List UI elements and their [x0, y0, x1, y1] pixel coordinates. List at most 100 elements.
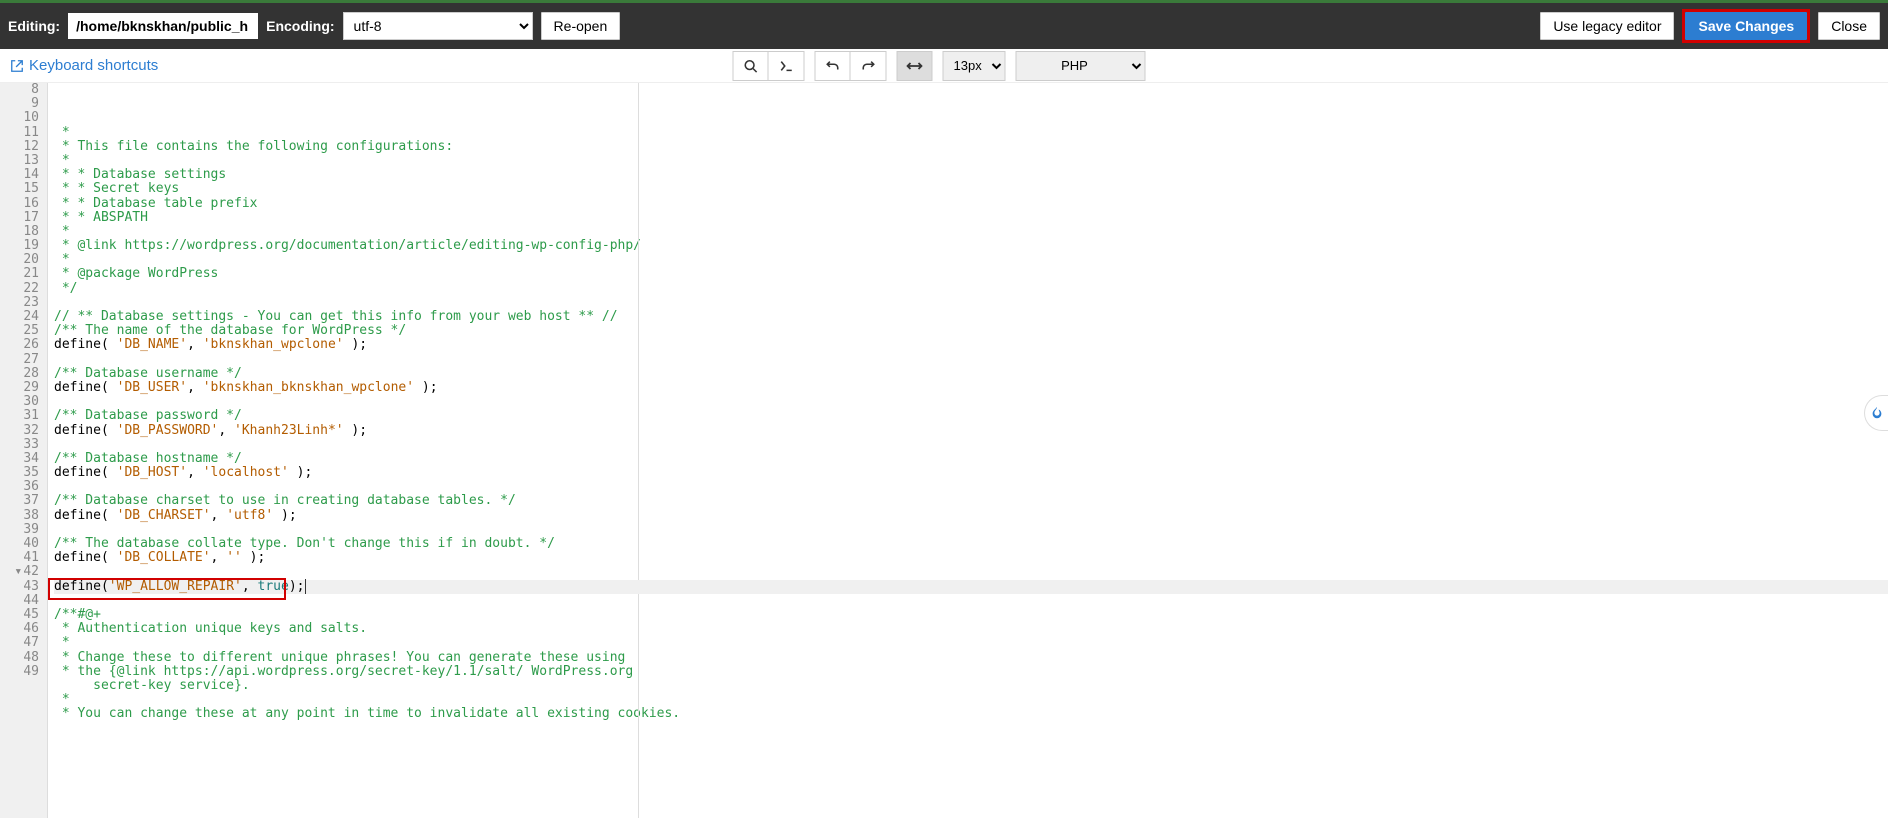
- code-line: * * Database settings: [54, 168, 1888, 182]
- line-number: 35: [0, 466, 39, 480]
- code-line: * * Database table prefix: [54, 197, 1888, 211]
- line-number: 8: [0, 83, 39, 97]
- line-number: 47: [0, 636, 39, 650]
- line-number: 46: [0, 622, 39, 636]
- code-line: * Authentication unique keys and salts.: [54, 622, 1888, 636]
- code-content[interactable]: * * This file contains the following con…: [48, 83, 1888, 818]
- line-number: 23: [0, 296, 39, 310]
- code-line: * Change these to different unique phras…: [54, 651, 1888, 665]
- line-number: 41: [0, 551, 39, 565]
- legacy-editor-button[interactable]: Use legacy editor: [1540, 12, 1674, 40]
- code-line: *: [54, 225, 1888, 239]
- editor-area[interactable]: 8910111213141516171819202122232425262728…: [0, 83, 1888, 818]
- code-line: * the {@link https://api.wordpress.org/s…: [54, 665, 1888, 679]
- line-number: 39: [0, 523, 39, 537]
- keyboard-shortcuts-link[interactable]: Keyboard shortcuts: [10, 57, 158, 74]
- undo-icon: [826, 59, 840, 73]
- flame-icon: [1870, 406, 1884, 420]
- line-number: 10: [0, 111, 39, 125]
- code-line: define('WP_ALLOW_REPAIR', true);: [54, 580, 1888, 594]
- code-line: [54, 395, 1888, 409]
- line-number: 16: [0, 197, 39, 211]
- editing-label: Editing:: [8, 18, 60, 34]
- line-number: 24: [0, 310, 39, 324]
- code-line: /**#@+: [54, 608, 1888, 622]
- keyboard-shortcuts-label: Keyboard shortcuts: [29, 57, 158, 74]
- code-line: [54, 594, 1888, 608]
- save-changes-button[interactable]: Save Changes: [1685, 12, 1807, 40]
- code-line: */: [54, 282, 1888, 296]
- line-number: 36: [0, 480, 39, 494]
- line-number: 37: [0, 494, 39, 508]
- line-number: 21: [0, 267, 39, 281]
- line-number: 48: [0, 651, 39, 665]
- line-number: 38: [0, 509, 39, 523]
- undo-button[interactable]: [815, 51, 851, 81]
- code-line: *: [54, 636, 1888, 650]
- close-button[interactable]: Close: [1818, 12, 1880, 40]
- code-line: [54, 523, 1888, 537]
- code-line: * This file contains the following confi…: [54, 140, 1888, 154]
- font-size-select[interactable]: 13px: [943, 51, 1006, 81]
- code-line: define( 'DB_CHARSET', 'utf8' );: [54, 509, 1888, 523]
- line-number: 28: [0, 367, 39, 381]
- line-number: 13: [0, 154, 39, 168]
- line-number: 44: [0, 594, 39, 608]
- code-line: /** Database hostname */: [54, 452, 1888, 466]
- line-number: 45: [0, 608, 39, 622]
- line-number: 17: [0, 211, 39, 225]
- line-number: 40: [0, 537, 39, 551]
- code-line: define( 'DB_NAME', 'bknskhan_wpclone' );: [54, 338, 1888, 352]
- code-line: define( 'DB_COLLATE', '' );: [54, 551, 1888, 565]
- code-line: [54, 438, 1888, 452]
- line-number: 43: [0, 580, 39, 594]
- file-path-input[interactable]: [68, 13, 258, 39]
- code-line: [54, 296, 1888, 310]
- encoding-select[interactable]: utf-8: [343, 12, 533, 40]
- search-icon: [744, 59, 758, 73]
- center-tool-group: 13px PHP: [733, 51, 1156, 81]
- line-number: 26: [0, 338, 39, 352]
- code-line: define( 'DB_HOST', 'localhost' );: [54, 466, 1888, 480]
- line-number: 12: [0, 140, 39, 154]
- code-line: [54, 480, 1888, 494]
- code-line: /** Database password */: [54, 409, 1888, 423]
- redo-button[interactable]: [851, 51, 887, 81]
- line-number-gutter: 8910111213141516171819202122232425262728…: [0, 83, 48, 818]
- wrap-icon: [907, 61, 923, 71]
- line-number: 29: [0, 381, 39, 395]
- line-number: 34: [0, 452, 39, 466]
- line-number: 19: [0, 239, 39, 253]
- code-line: * @package WordPress: [54, 267, 1888, 281]
- code-line: secret-key service}.: [54, 679, 1888, 693]
- line-number: 25: [0, 324, 39, 338]
- line-number: 14: [0, 168, 39, 182]
- editor-toolbar: Keyboard shortcuts 13px: [0, 49, 1888, 83]
- code-line: [54, 353, 1888, 367]
- line-number: 15: [0, 182, 39, 196]
- code-line: [54, 565, 1888, 579]
- code-line: /** Database username */: [54, 367, 1888, 381]
- redo-icon: [861, 59, 875, 73]
- line-number: 11: [0, 126, 39, 140]
- code-line: *: [54, 154, 1888, 168]
- line-number: 22: [0, 282, 39, 296]
- line-number: 9: [0, 97, 39, 111]
- terminal-button[interactable]: [769, 51, 805, 81]
- wrap-toggle-button[interactable]: [897, 51, 933, 81]
- code-line: define( 'DB_PASSWORD', 'Khanh23Linh*' );: [54, 424, 1888, 438]
- code-line: /** Database charset to use in creating …: [54, 494, 1888, 508]
- reopen-button[interactable]: Re-open: [541, 12, 621, 40]
- language-select[interactable]: PHP: [1016, 51, 1146, 81]
- line-number: 18: [0, 225, 39, 239]
- line-number: ▾42: [0, 565, 39, 579]
- line-number: 49: [0, 665, 39, 679]
- code-line: * * Secret keys: [54, 182, 1888, 196]
- code-line: *: [54, 126, 1888, 140]
- code-line: * * ABSPATH: [54, 211, 1888, 225]
- code-line: // ** Database settings - You can get th…: [54, 310, 1888, 324]
- code-line: *: [54, 693, 1888, 707]
- line-number: 32: [0, 424, 39, 438]
- line-number: 30: [0, 395, 39, 409]
- search-button[interactable]: [733, 51, 769, 81]
